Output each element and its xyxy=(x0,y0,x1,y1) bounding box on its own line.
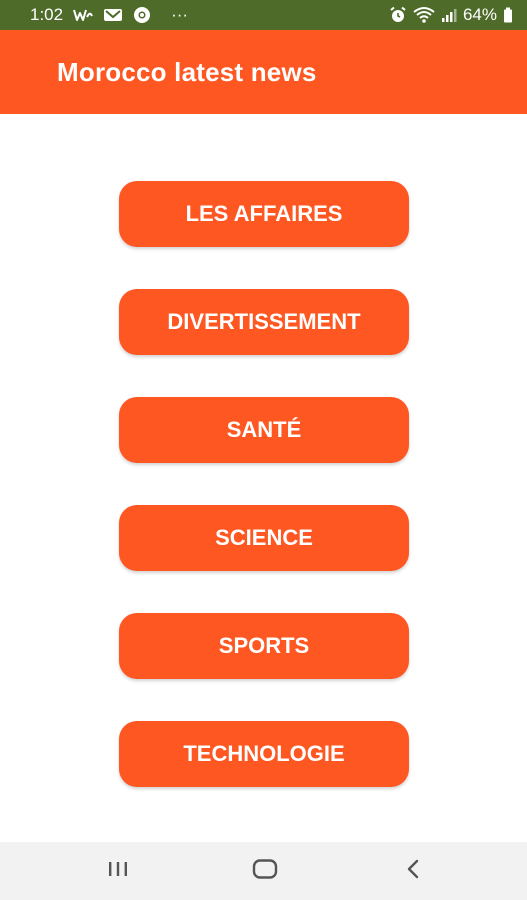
recents-icon xyxy=(106,859,130,884)
category-button-sante[interactable]: SANTÉ xyxy=(119,397,409,463)
category-button-technologie[interactable]: TECHNOLOGIE xyxy=(119,721,409,787)
home-icon xyxy=(251,858,279,885)
status-left: 1:02 ··· xyxy=(0,5,188,25)
app-title: Morocco latest news xyxy=(57,56,317,87)
category-button-les-affaires[interactable]: LES AFFAIRES xyxy=(119,181,409,247)
status-bar: 1:02 ··· 64% xyxy=(0,0,527,30)
back-icon xyxy=(404,858,422,885)
notification-w-icon xyxy=(73,7,94,23)
app-bar: Morocco latest news xyxy=(0,30,527,114)
category-button-sports[interactable]: SPORTS xyxy=(119,613,409,679)
more-notifications-dots: ··· xyxy=(171,5,189,24)
signal-icon xyxy=(441,7,457,23)
category-button-divertissement[interactable]: DIVERTISSEMENT xyxy=(119,289,409,355)
home-button[interactable] xyxy=(225,842,305,900)
screen: 1:02 ··· 64% Morocco latest news LES AFF… xyxy=(0,0,527,900)
recents-button[interactable] xyxy=(78,842,158,900)
chrome-icon xyxy=(133,6,151,24)
wifi-icon xyxy=(413,6,435,24)
back-button[interactable] xyxy=(373,842,453,900)
battery-icon xyxy=(503,7,513,23)
system-nav-bar xyxy=(0,842,527,900)
mail-icon xyxy=(103,7,123,23)
battery-percent: 64% xyxy=(462,5,497,24)
status-right: 64% xyxy=(389,5,527,25)
alarm-icon xyxy=(389,6,407,24)
category-button-science[interactable]: SCIENCE xyxy=(119,505,409,571)
status-time: 1:02 xyxy=(30,5,64,24)
